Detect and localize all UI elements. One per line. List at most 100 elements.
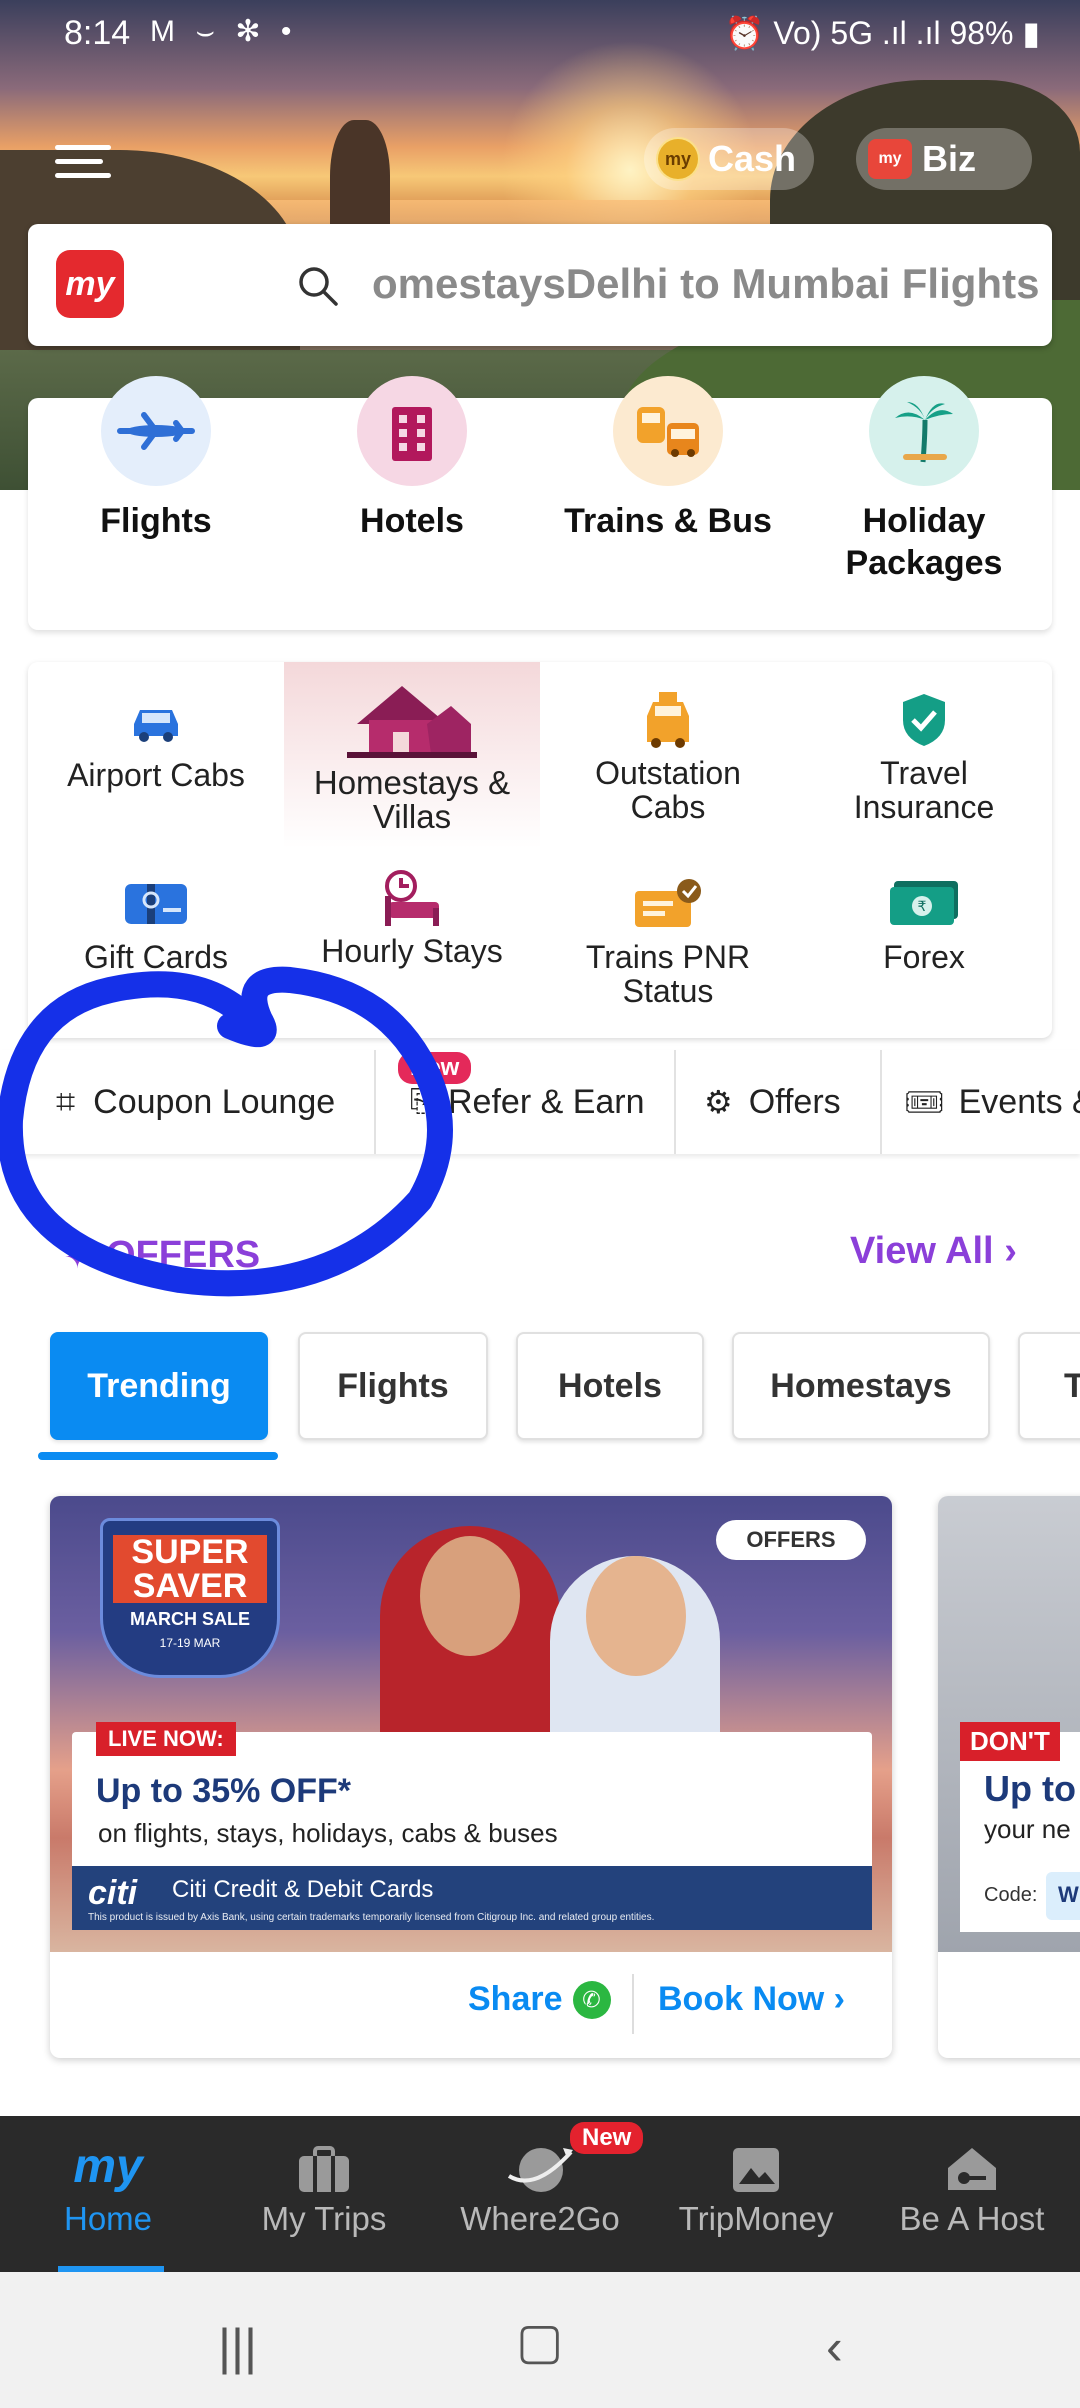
gift-card-icon bbox=[28, 874, 284, 934]
nav-label: Be A Host bbox=[899, 2200, 1045, 2237]
nav-my-trips[interactable]: My Trips bbox=[216, 2116, 432, 2272]
service-label: Forex bbox=[883, 939, 965, 975]
quick-link-offers[interactable]: ⚙ Offers bbox=[704, 1050, 841, 1154]
currency-note-icon: ₹ bbox=[796, 874, 1052, 934]
offer-percent-icon: ⚙ bbox=[704, 1084, 733, 1120]
chevron-right-icon: › bbox=[833, 1980, 845, 2018]
book-now-button[interactable]: Book Now › bbox=[658, 1980, 845, 2019]
hotel-icon bbox=[357, 376, 467, 486]
peek-headline: Up to bbox=[984, 1768, 1076, 1809]
quick-link-label: Coupon Lounge bbox=[93, 1082, 336, 1121]
category-label: Holiday Packages bbox=[845, 502, 1003, 582]
chevron-right-icon: › bbox=[1004, 1230, 1017, 1272]
coin-icon: my bbox=[656, 137, 700, 181]
cash-button[interactable]: my Cash bbox=[644, 128, 814, 190]
offer-card-next[interactable]: DON'T Up to your ne Code: W bbox=[938, 1496, 1080, 2058]
new-badge: New bbox=[570, 2122, 644, 2154]
tab-flights[interactable]: Flights bbox=[298, 1332, 488, 1440]
car-icon bbox=[28, 692, 284, 752]
quick-link-label: Refer & Earn bbox=[448, 1082, 645, 1121]
quick-link-label: Offers bbox=[748, 1082, 841, 1121]
tab-more[interactable]: T bbox=[1018, 1332, 1080, 1440]
service-outstation-cabs[interactable]: Outstation Cabs bbox=[540, 690, 796, 860]
nav-be-a-host[interactable]: Be A Host bbox=[864, 2116, 1080, 2272]
status-bar: 8:14 M ⌣ ✻ • ⏰ Vo) 5G .ıl .ıl 98% ▮ bbox=[0, 0, 1080, 70]
tab-hotels[interactable]: Hotels bbox=[516, 1332, 704, 1440]
whatsapp-icon: ✆ bbox=[572, 1980, 611, 2019]
peek-subline: your ne bbox=[984, 1814, 1071, 1844]
star-icon: ✦ bbox=[64, 1239, 91, 1275]
category-holiday-packages[interactable]: Holiday Packages bbox=[796, 376, 1052, 584]
live-now-tag: LIVE NOW: bbox=[96, 1722, 236, 1756]
nav-label: Home bbox=[63, 2200, 153, 2237]
search-icon bbox=[299, 267, 338, 306]
service-hourly-stays[interactable]: Hourly Stays bbox=[284, 868, 540, 1018]
offers-title: OFFERS bbox=[106, 1234, 261, 1276]
quick-links-strip: ⌗ Coupon Lounge ⎘ Refer & Earn ⚙ Offers … bbox=[0, 1050, 1080, 1154]
category-flights[interactable]: Flights bbox=[28, 376, 284, 542]
category-trains-bus[interactable]: Trains & Bus bbox=[540, 376, 796, 542]
citi-bar: citi Citi Credit & Debit Cards This prod… bbox=[72, 1866, 872, 1930]
quick-link-events[interactable]: 🎟 Events & bbox=[904, 1050, 1080, 1154]
peek-code-label: Code: bbox=[984, 1884, 1038, 1906]
ticket-icon bbox=[540, 874, 796, 934]
status-right-icons: ⏰ Vo) 5G .ıl .ıl 98% ▮ bbox=[724, 15, 1040, 51]
nav-label: Where2Go bbox=[460, 2200, 620, 2237]
category-label: Trains & Bus bbox=[564, 502, 772, 540]
battery-level: 98% bbox=[949, 15, 1014, 51]
recent-apps-icon[interactable]: ||| bbox=[218, 2318, 257, 2376]
system-navigation-bar: ||| ▢ ‹ bbox=[0, 2272, 1080, 2408]
ticket-icon: 🎟 bbox=[904, 1084, 945, 1120]
host-house-icon bbox=[864, 2116, 1080, 2200]
service-label: Trains PNR Status bbox=[585, 939, 751, 1009]
image-icon bbox=[648, 2116, 864, 2200]
view-all-link[interactable]: View All › bbox=[850, 1230, 1017, 1273]
biz-label: Biz bbox=[922, 138, 976, 179]
service-homestays-villas[interactable]: Homestays & Villas bbox=[284, 662, 540, 848]
my-logo-icon: my bbox=[73, 2140, 143, 2193]
service-trains-pnr-status[interactable]: Trains PNR Status bbox=[540, 874, 796, 1034]
fine-print: This product is issued by Axis Bank, usi… bbox=[88, 1912, 655, 1923]
offer-card[interactable]: SUPER SAVER MARCH SALE 17-19 MAR OFFERS L… bbox=[50, 1496, 892, 2058]
nav-tripmoney[interactable]: TripMoney bbox=[648, 2116, 864, 2272]
hamburger-menu-icon[interactable] bbox=[55, 145, 111, 181]
service-travel-insurance[interactable]: Travel Insurance bbox=[796, 690, 1052, 860]
search-placeholder: omestaysDelhi to Mumbai Flights bbox=[372, 260, 1040, 307]
primary-categories: Flights Hotels Trains & Bus Holiday Pack… bbox=[28, 376, 1052, 630]
category-label: Flights bbox=[100, 502, 212, 540]
status-time: 8:14 bbox=[64, 14, 131, 52]
super-saver-badge: SUPER SAVER MARCH SALE 17-19 MAR bbox=[100, 1518, 280, 1678]
nav-home[interactable]: my Home bbox=[0, 2116, 216, 2272]
tab-homestays[interactable]: Homestays bbox=[732, 1332, 990, 1440]
service-airport-cabs[interactable]: Airport Cabs bbox=[28, 692, 284, 852]
nav-label: My Trips bbox=[261, 2200, 387, 2237]
quick-link-coupon-lounge[interactable]: ⌗ Coupon Lounge bbox=[56, 1050, 335, 1154]
offer-banner-image: SUPER SAVER MARCH SALE 17-19 MAR OFFERS L… bbox=[50, 1496, 892, 1952]
service-label: Travel Insurance bbox=[853, 755, 995, 825]
nav-label: TripMoney bbox=[678, 2200, 834, 2237]
notification-icons: M ⌣ ✻ • bbox=[150, 15, 298, 48]
service-forex[interactable]: ₹ Forex bbox=[796, 874, 1052, 1024]
service-label: Outstation Cabs bbox=[595, 755, 741, 825]
category-hotels[interactable]: Hotels bbox=[284, 376, 540, 542]
offer-subline: on flights, stays, holidays, cabs & buse… bbox=[98, 1818, 558, 1848]
share-button[interactable]: Share ✆ bbox=[468, 1980, 611, 2019]
train-bus-icon bbox=[613, 376, 723, 486]
suitcase-icon bbox=[216, 2116, 432, 2200]
clock-bed-icon bbox=[284, 868, 540, 928]
service-label: Airport Cabs bbox=[67, 757, 245, 793]
back-icon[interactable]: ‹ bbox=[826, 2318, 843, 2376]
search-bar[interactable]: my omestaysDelhi to Mumbai Flights bbox=[28, 224, 1052, 346]
service-gift-cards[interactable]: Gift Cards bbox=[28, 874, 284, 1024]
home-icon[interactable]: ▢ bbox=[516, 2312, 563, 2370]
svg-text:₹: ₹ bbox=[918, 899, 927, 915]
tab-trending[interactable]: Trending bbox=[50, 1332, 268, 1440]
offer-headline: Up to 35% OFF* bbox=[96, 1772, 352, 1810]
biz-button[interactable]: my Biz bbox=[856, 128, 1032, 190]
citi-logo: citi bbox=[88, 1874, 138, 1912]
citi-cards-label: Citi Credit & Debit Cards bbox=[172, 1876, 434, 1903]
quick-link-label: Events & bbox=[958, 1082, 1080, 1121]
offers-chip: OFFERS bbox=[716, 1520, 866, 1560]
shield-icon bbox=[796, 690, 1052, 750]
peek-tag: DON'T bbox=[960, 1722, 1060, 1761]
